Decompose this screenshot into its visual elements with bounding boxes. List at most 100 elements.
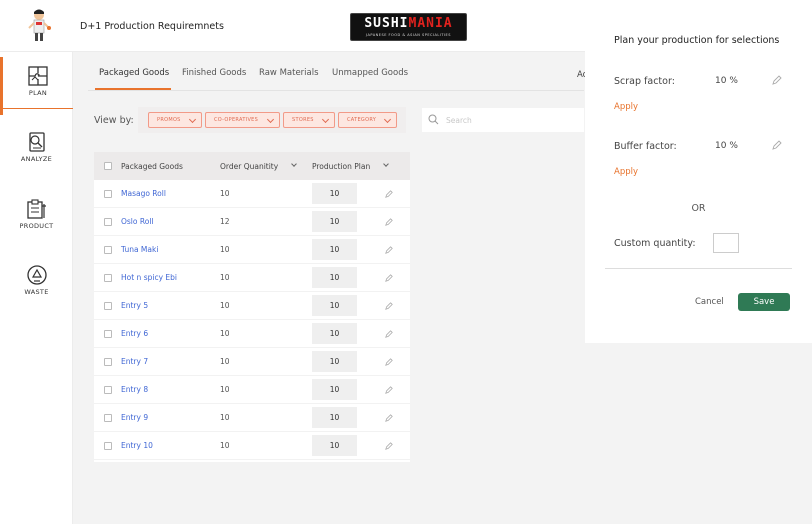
table-row: Entry 8 10 10	[94, 376, 410, 404]
header-production-plan[interactable]: Production Plan	[312, 162, 370, 171]
brand-wordmark: SUSHIMANIA	[364, 16, 453, 31]
edit-pencil-icon[interactable]	[385, 330, 393, 338]
order-quantity-value: 10	[220, 413, 230, 422]
production-plan-input[interactable]: 10	[312, 323, 357, 344]
cancel-button[interactable]: Cancel	[695, 297, 724, 307]
tab-divider	[88, 90, 584, 91]
sidebar-item-product[interactable]: PRODUCT	[0, 190, 73, 248]
product-cart-icon	[26, 199, 46, 219]
filter-promos[interactable]: PROMOS	[148, 112, 202, 128]
edit-pencil-icon[interactable]	[385, 190, 393, 198]
edit-scrap-pencil-icon[interactable]	[772, 75, 782, 85]
order-quantity-value: 10	[220, 189, 230, 198]
production-plan-input[interactable]: 10	[312, 351, 357, 372]
table-row: Hot n spicy Ebi 10 10	[94, 264, 410, 292]
product-name-link[interactable]: Entry 7	[121, 357, 148, 366]
filter-category[interactable]: CATEGORY	[338, 112, 397, 128]
production-plan-input[interactable]: 10	[312, 435, 357, 456]
product-name-link[interactable]: Hot n spicy Ebi	[121, 273, 177, 282]
edit-pencil-icon[interactable]	[385, 386, 393, 394]
edit-buffer-pencil-icon[interactable]	[772, 140, 782, 150]
filter-co-operatives[interactable]: CO-OPERATIVES	[205, 112, 280, 128]
edit-pencil-icon[interactable]	[385, 414, 393, 422]
chevron-down-icon	[383, 115, 392, 124]
row-checkbox[interactable]	[104, 358, 112, 366]
production-plan-input[interactable]: 10	[312, 295, 357, 316]
product-name-link[interactable]: Tuna Maki	[121, 245, 158, 254]
product-name-link[interactable]: Entry 5	[121, 301, 148, 310]
production-plan-input[interactable]: 10	[312, 379, 357, 400]
sidebar-item-waste[interactable]: WASTE	[0, 256, 73, 314]
scrap-factor-label: Scrap factor:	[614, 76, 675, 87]
sidebar: PLAN ANALYZE PRODUCT WASTE	[0, 52, 73, 524]
production-plan-input[interactable]: 10	[312, 211, 357, 232]
product-name-link[interactable]: Entry 10	[121, 441, 153, 450]
header-order-quantity[interactable]: Order Quanitity	[220, 162, 278, 171]
row-checkbox[interactable]	[104, 414, 112, 422]
buffer-factor-label: Buffer factor:	[614, 141, 677, 152]
sidebar-item-plan[interactable]: PLAN	[0, 57, 73, 115]
row-checkbox[interactable]	[104, 190, 112, 198]
brand-logo: SUSHIMANIA JAPANESE FOOD & ASIAN SPECIAL…	[350, 13, 467, 41]
edit-pencil-icon[interactable]	[385, 246, 393, 254]
product-name-link[interactable]: Entry 9	[121, 413, 148, 422]
product-name-link[interactable]: Entry 8	[121, 385, 148, 394]
order-quantity-value: 10	[220, 301, 230, 310]
row-checkbox[interactable]	[104, 218, 112, 226]
row-checkbox[interactable]	[104, 246, 112, 254]
row-checkbox[interactable]	[104, 330, 112, 338]
production-plan-input[interactable]: 10	[312, 239, 357, 260]
search-input[interactable]	[446, 112, 576, 128]
search-box[interactable]	[422, 108, 584, 132]
production-plan-input[interactable]: 10	[312, 183, 357, 204]
row-checkbox[interactable]	[104, 302, 112, 310]
tab-unmapped-goods[interactable]: Unmapped Goods	[332, 68, 408, 78]
filter-stores[interactable]: STORES	[283, 112, 335, 128]
row-checkbox[interactable]	[104, 274, 112, 282]
apply-scrap-button[interactable]: Apply	[614, 102, 638, 112]
view-by-label: View by:	[94, 115, 134, 126]
sidebar-label-waste: WASTE	[24, 288, 49, 296]
edit-pencil-icon[interactable]	[385, 274, 393, 282]
edit-pencil-icon[interactable]	[385, 218, 393, 226]
save-button[interactable]: Save	[738, 293, 790, 311]
buffer-factor-value: 10 %	[715, 141, 738, 151]
edit-pencil-icon[interactable]	[385, 302, 393, 310]
scrap-factor-value: 10 %	[715, 76, 738, 86]
product-name-link[interactable]: Masago Roll	[121, 189, 166, 198]
edit-pencil-icon[interactable]	[385, 358, 393, 366]
analyze-report-icon	[28, 132, 45, 152]
order-quantity-value: 10	[220, 441, 230, 450]
table-row: Oslo Roll 12 10	[94, 208, 410, 236]
tab-raw-materials[interactable]: Raw Materials	[259, 68, 319, 78]
production-plan-input[interactable]: 10	[312, 267, 357, 288]
apply-buffer-button[interactable]: Apply	[614, 167, 638, 177]
table-row: Entry 7 10 10	[94, 348, 410, 376]
production-plan-input[interactable]: 10	[312, 407, 357, 428]
row-checkbox[interactable]	[104, 386, 112, 394]
chevron-down-icon	[188, 115, 197, 124]
sidebar-item-analyze[interactable]: ANALYZE	[0, 123, 73, 181]
custom-quantity-input[interactable]	[713, 233, 739, 253]
order-quantity-value: 12	[220, 217, 230, 226]
row-checkbox[interactable]	[104, 442, 112, 450]
tab-finished-goods[interactable]: Finished Goods	[182, 68, 246, 78]
sidebar-label-plan: PLAN	[28, 89, 48, 97]
order-quantity-value: 10	[220, 385, 230, 394]
waste-recycle-icon	[26, 265, 47, 285]
product-name-link[interactable]: Entry 6	[121, 329, 148, 338]
tab-packaged-goods[interactable]: Packaged Goods	[99, 68, 169, 78]
chevron-down-icon[interactable]	[383, 161, 389, 167]
select-all-checkbox[interactable]	[104, 162, 112, 170]
chevron-down-icon	[266, 115, 275, 124]
chevron-down-icon[interactable]	[291, 161, 297, 167]
edit-pencil-icon[interactable]	[385, 442, 393, 450]
or-divider-label: OR	[691, 203, 706, 214]
table-row: Entry 9 10 10	[94, 404, 410, 432]
chef-avatar-icon	[28, 9, 51, 41]
panel-divider	[605, 268, 792, 269]
product-name-link[interactable]: Oslo Roll	[121, 217, 154, 226]
chevron-down-icon	[321, 115, 330, 124]
search-icon	[428, 114, 439, 125]
plan-puzzle-icon	[28, 66, 48, 86]
